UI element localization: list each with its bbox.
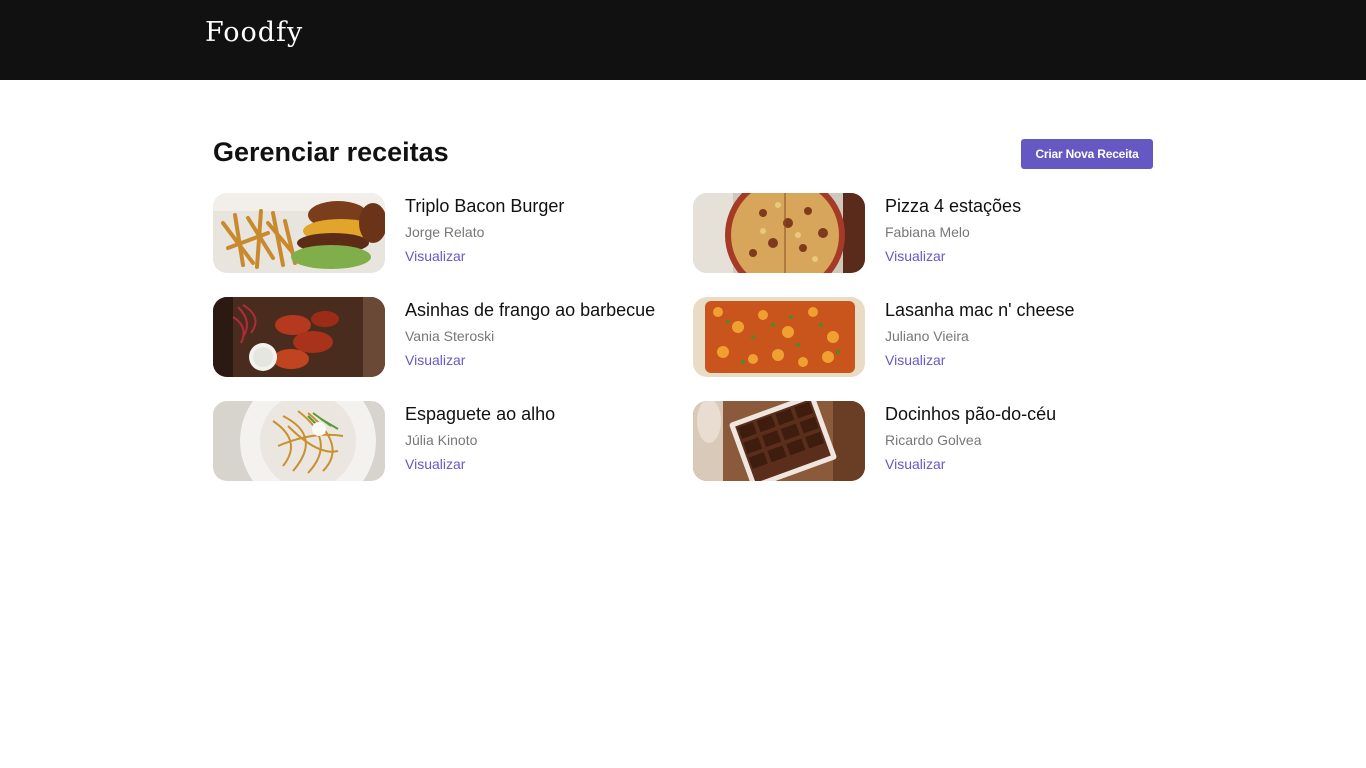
top-header: Foodfy bbox=[0, 0, 1366, 80]
recipe-title: Pizza 4 estações bbox=[885, 196, 1022, 216]
logo[interactable]: Foodfy bbox=[205, 17, 303, 48]
recipe-title: Lasanha mac n' cheese bbox=[885, 300, 1075, 320]
page-title: Gerenciar receitas bbox=[213, 137, 449, 167]
recipe-card: Docinhos pão-do-céu Ricardo Golvea Visua… bbox=[693, 401, 1153, 481]
recipe-title: Docinhos pão-do-céu bbox=[885, 404, 1057, 424]
recipe-image-chicken-wings bbox=[213, 297, 385, 377]
recipe-title: Espaguete ao alho bbox=[405, 404, 556, 424]
recipe-card: Lasanha mac n' cheese Juliano Vieira Vis… bbox=[693, 297, 1153, 377]
recipe-title: Triplo Bacon Burger bbox=[405, 196, 565, 216]
recipe-title: Asinhas de frango ao barbecue bbox=[405, 300, 656, 320]
recipe-author: Jorge Relato bbox=[405, 224, 485, 240]
recipe-author: Júlia Kinoto bbox=[405, 432, 478, 448]
recipe-author: Vania Steroski bbox=[405, 328, 495, 344]
recipe-card: Espaguete ao alho Júlia Kinoto Visualiza… bbox=[213, 401, 673, 481]
recipe-card: Triplo Bacon Burger Jorge Relato Visuali… bbox=[213, 193, 673, 273]
create-recipe-button[interactable]: Criar Nova Receita bbox=[1021, 139, 1153, 169]
recipe-author: Ricardo Golvea bbox=[885, 432, 982, 448]
view-recipe-link[interactable]: Visualizar bbox=[885, 247, 945, 265]
recipe-image-burger bbox=[213, 193, 385, 273]
recipe-author: Juliano Vieira bbox=[885, 328, 969, 344]
view-recipe-link[interactable]: Visualizar bbox=[405, 455, 465, 473]
recipe-image-spaghetti bbox=[213, 401, 385, 481]
recipe-author: Fabiana Melo bbox=[885, 224, 970, 240]
recipe-image-lasagna bbox=[693, 297, 865, 377]
view-recipe-link[interactable]: Visualizar bbox=[405, 351, 465, 369]
recipe-image-chocolate-sweets bbox=[693, 401, 865, 481]
recipe-card: Asinhas de frango ao barbecue Vania Ster… bbox=[213, 297, 673, 377]
view-recipe-link[interactable]: Visualizar bbox=[405, 247, 465, 265]
recipe-card: Pizza 4 estações Fabiana Melo Visualizar bbox=[693, 193, 1153, 273]
recipe-image-pizza bbox=[693, 193, 865, 273]
view-recipe-link[interactable]: Visualizar bbox=[885, 455, 945, 473]
view-recipe-link[interactable]: Visualizar bbox=[885, 351, 945, 369]
